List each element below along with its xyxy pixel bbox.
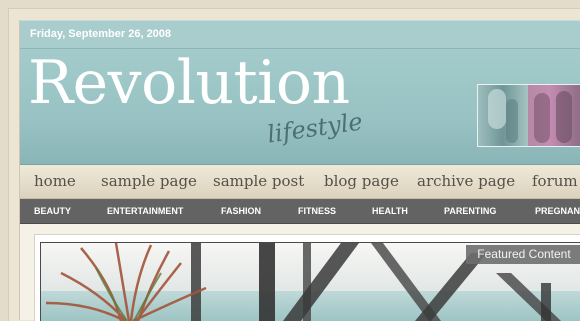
nav-home[interactable]: home [34,172,76,190]
header-photo-couple [528,85,580,146]
site-logo-title[interactable]: Revolution [28,53,350,113]
category-parenting[interactable]: PARENTING [444,206,496,216]
header-photo-strip [477,84,580,147]
main-navigation: home sample page sample post blog page a… [20,165,580,199]
header-photo-fitness [478,85,528,146]
nav-forum[interactable]: forum [532,172,578,190]
site-header: Revolution lifestyle [20,49,580,165]
featured-content-label: Featured Content [466,245,580,264]
nav-archive-page[interactable]: archive page [417,172,515,190]
category-beauty[interactable]: BEAUTY [34,206,71,216]
site-wrapper: Friday, September 26, 2008 Revolution li… [19,20,580,321]
category-fitness[interactable]: FITNESS [298,206,336,216]
nav-blog-page[interactable]: blog page [324,172,399,190]
category-navigation: BEAUTY ENTERTAINMENT FASHION FITNESS HEA… [20,199,580,224]
current-date: Friday, September 26, 2008 [30,28,172,40]
category-pregnancy[interactable]: PREGNAN [535,206,580,216]
category-health[interactable]: HEALTH [372,206,408,216]
category-fashion[interactable]: FASHION [221,206,261,216]
category-entertainment[interactable]: ENTERTAINMENT [107,206,183,216]
featured-content-slider[interactable]: Featured Content [40,242,580,321]
date-bar: Friday, September 26, 2008 [20,20,580,49]
nav-sample-page[interactable]: sample page [101,172,197,190]
nav-sample-post[interactable]: sample post [213,172,304,190]
